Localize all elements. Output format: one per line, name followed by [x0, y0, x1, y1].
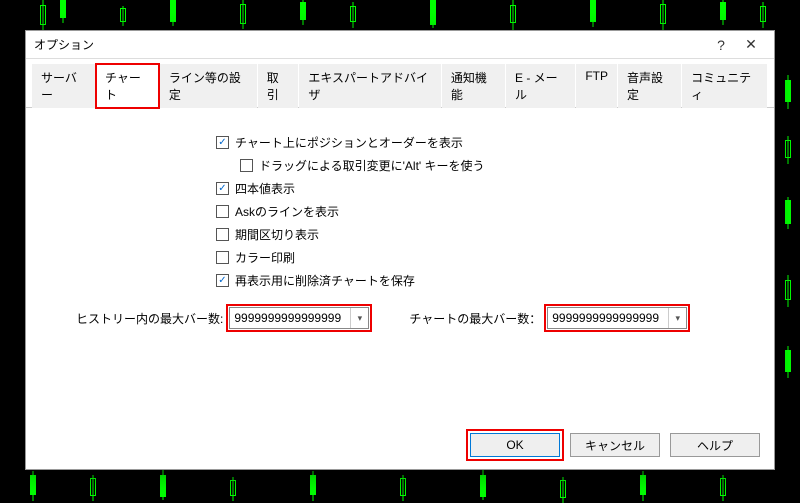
tab-trade[interactable]: 取引 — [258, 64, 299, 108]
label-drag-alt: ドラッグによる取引変更に'Alt' キーを使う — [259, 157, 485, 174]
tab-ea[interactable]: エキスパートアドバイザ — [299, 64, 441, 108]
combo-history-bars[interactable]: ▾ — [229, 307, 369, 329]
checkbox-ask-line[interactable] — [216, 205, 229, 218]
checkbox-color-print[interactable] — [216, 251, 229, 264]
chevron-down-icon[interactable]: ▾ — [350, 308, 368, 328]
label-save-deleted: 再表示用に削除済チャートを保存 — [235, 272, 415, 289]
label-show-positions: チャート上にポジションとオーダーを表示 — [235, 134, 463, 151]
checkbox-drag-alt[interactable] — [240, 159, 253, 172]
tab-chart[interactable]: チャート — [96, 64, 159, 108]
tab-server[interactable]: サーバー — [32, 64, 95, 108]
tab-community[interactable]: コミュニティ — [682, 64, 767, 108]
label-period-sep: 期間区切り表示 — [235, 226, 319, 243]
tab-strip: サーバー チャート ライン等の設定 取引 エキスパートアドバイザ 通知機能 E … — [26, 59, 774, 108]
chevron-down-icon[interactable]: ▾ — [668, 308, 686, 328]
options-dialog: オプション ? ✕ サーバー チャート ライン等の設定 取引 エキスパートアドバ… — [25, 30, 775, 470]
checkbox-show-positions[interactable]: ✓ — [216, 136, 229, 149]
tab-ftp[interactable]: FTP — [576, 64, 617, 108]
tab-notify[interactable]: 通知機能 — [442, 64, 505, 108]
tab-content: ✓ チャート上にポジションとオーダーを表示 ドラッグによる取引変更に'Alt' キ… — [26, 108, 774, 329]
cancel-button[interactable]: キャンセル — [570, 433, 660, 457]
label-chart-bars: チャートの最大バー数： — [409, 310, 541, 327]
window-title: オプション — [34, 36, 706, 53]
tab-audio[interactable]: 音声設定 — [618, 64, 681, 108]
help-icon[interactable]: ? — [706, 34, 736, 56]
label-ohlc: 四本値表示 — [235, 180, 295, 197]
input-chart-bars[interactable] — [548, 311, 668, 325]
combo-chart-bars[interactable]: ▾ — [547, 307, 687, 329]
label-history-bars: ヒストリー内の最大バー数: — [76, 310, 223, 327]
titlebar: オプション ? ✕ — [26, 31, 774, 59]
checkbox-save-deleted[interactable]: ✓ — [216, 274, 229, 287]
ok-button[interactable]: OK — [470, 433, 560, 457]
close-icon[interactable]: ✕ — [736, 34, 766, 56]
help-button[interactable]: ヘルプ — [670, 433, 760, 457]
input-history-bars[interactable] — [230, 311, 350, 325]
tab-email[interactable]: E - メール — [506, 64, 575, 108]
checkbox-period-sep[interactable] — [216, 228, 229, 241]
checkbox-ohlc[interactable]: ✓ — [216, 182, 229, 195]
label-color-print: カラー印刷 — [235, 249, 295, 266]
label-ask-line: Askのラインを表示 — [235, 203, 339, 220]
dialog-footer: OK キャンセル ヘルプ — [470, 433, 760, 457]
tab-lines[interactable]: ライン等の設定 — [160, 64, 257, 108]
